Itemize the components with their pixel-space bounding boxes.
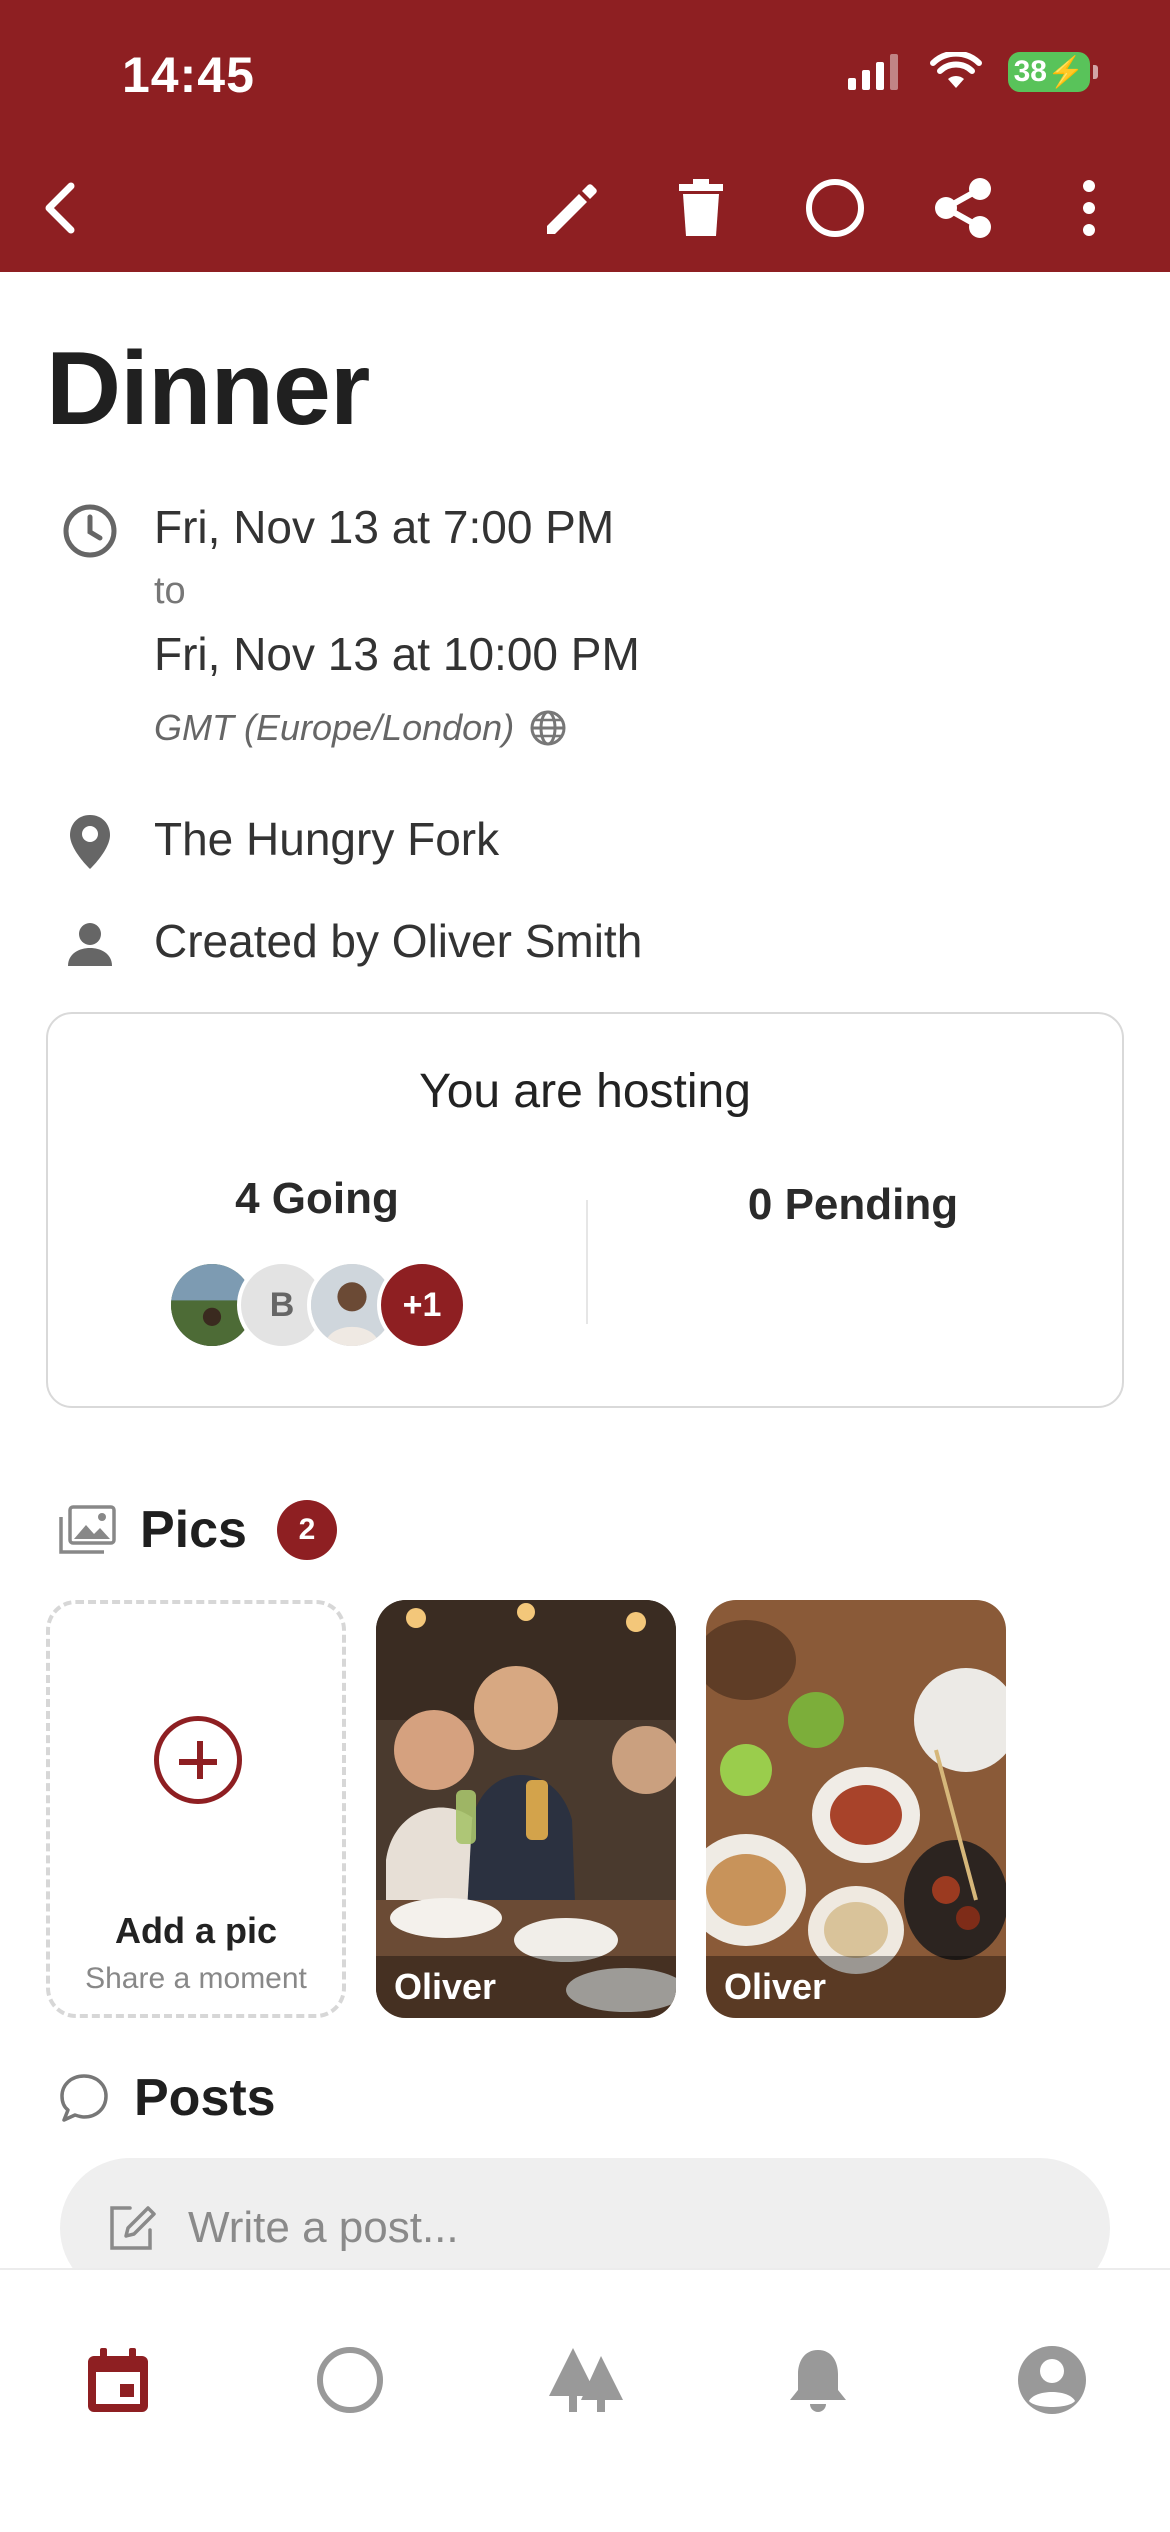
add-pic-button[interactable]: Add a pic Share a moment xyxy=(46,1600,346,2018)
clock-icon xyxy=(46,500,134,562)
hosting-card: You are hosting 4 Going B +1 0 Pending xyxy=(46,1012,1124,1408)
event-end: Fri, Nov 13 at 10:00 PM xyxy=(154,628,640,680)
chat-bubble-icon xyxy=(60,2074,108,2122)
event-start: Fri, Nov 13 at 7:00 PM xyxy=(154,501,615,553)
event-creator: Created by Oliver Smith xyxy=(154,915,643,967)
add-pic-subtitle: Share a moment xyxy=(85,1962,307,1995)
status-toggle-button[interactable] xyxy=(790,170,880,246)
timezone-label: GMT (Europe/London) xyxy=(154,707,515,748)
calendar-icon xyxy=(88,2348,148,2412)
photo-thumbnail[interactable]: Oliver xyxy=(376,1600,676,2018)
nav-calendar[interactable] xyxy=(68,2330,168,2430)
event-title: Dinner xyxy=(46,331,370,447)
circle-icon xyxy=(317,2347,383,2413)
nav-status[interactable] xyxy=(300,2330,400,2430)
bottom-navigation xyxy=(0,2268,1170,2532)
circle-icon xyxy=(806,179,864,237)
write-post-placeholder: Write a post... xyxy=(188,2203,459,2252)
bell-icon xyxy=(790,2350,846,2412)
chevron-left-icon xyxy=(45,182,75,234)
event-location-row[interactable]: The Hungry Fork xyxy=(46,812,499,872)
share-icon xyxy=(935,178,991,238)
edit-button[interactable] xyxy=(524,170,614,246)
map-pin-icon xyxy=(46,812,134,872)
attendee-avatars[interactable]: B +1 xyxy=(48,1260,586,1350)
edit-icon xyxy=(547,184,597,234)
nav-profile[interactable] xyxy=(1002,2330,1102,2430)
going-section[interactable]: 4 Going B +1 xyxy=(48,1174,586,1350)
pics-header: Pics 2 xyxy=(58,1500,337,1560)
pics-gallery: Add a pic Share a moment Oliver Oliver xyxy=(46,1600,1006,2018)
more-options-button[interactable] xyxy=(1044,170,1134,246)
event-to-label: to xyxy=(154,570,186,612)
globe-icon xyxy=(530,710,566,746)
event-location: The Hungry Fork xyxy=(154,813,500,865)
add-pic-label: Add a pic xyxy=(114,1910,278,1951)
wifi-icon xyxy=(930,52,982,88)
person-icon xyxy=(46,914,134,974)
posts-title: Posts xyxy=(134,2069,276,2127)
timezone[interactable]: GMT (Europe/London) xyxy=(154,707,640,749)
battery-level: 38 xyxy=(1013,55,1047,88)
event-time-row: Fri, Nov 13 at 7:00 PM to Fri, Nov 13 at… xyxy=(46,500,640,749)
photo-thumbnail[interactable]: Oliver xyxy=(706,1600,1006,2018)
pics-count-badge: 2 xyxy=(276,1500,337,1560)
going-count: 4 Going xyxy=(235,1174,399,1223)
photo-owner: Oliver xyxy=(376,1956,676,2018)
pending-count: 0 Pending xyxy=(747,1180,959,1229)
charging-bolt-icon: ⚡ xyxy=(1047,55,1085,89)
battery-indicator: 38 ⚡ xyxy=(1008,52,1098,92)
compose-icon xyxy=(110,2206,156,2250)
pics-title: Pics xyxy=(140,1501,247,1559)
account-circle-icon xyxy=(1018,2346,1086,2414)
event-creator-row: Created by Oliver Smith xyxy=(46,914,642,974)
pending-section[interactable]: 0 Pending xyxy=(584,1180,1122,1230)
nav-explore[interactable] xyxy=(536,2330,636,2430)
avatar-more-count: +1 xyxy=(377,1260,467,1350)
signal-icon xyxy=(848,54,898,90)
more-vertical-icon xyxy=(1083,180,1095,236)
posts-header: Posts xyxy=(58,2068,276,2128)
share-button[interactable] xyxy=(918,170,1008,246)
add-circle-icon xyxy=(154,1716,242,1804)
top-app-bar: 14:45 38 ⚡ xyxy=(0,0,1170,272)
status-time: 14:45 xyxy=(122,47,255,103)
hosting-title: You are hosting xyxy=(419,1065,751,1118)
nav-notifications[interactable] xyxy=(768,2330,868,2430)
trash-icon xyxy=(679,179,723,236)
trees-icon xyxy=(549,2348,623,2412)
back-button[interactable] xyxy=(18,170,108,246)
status-icons: 38 ⚡ xyxy=(846,52,1098,92)
images-icon xyxy=(59,1505,116,1554)
delete-button[interactable] xyxy=(656,170,746,246)
photo-owner: Oliver xyxy=(706,1956,1006,2018)
